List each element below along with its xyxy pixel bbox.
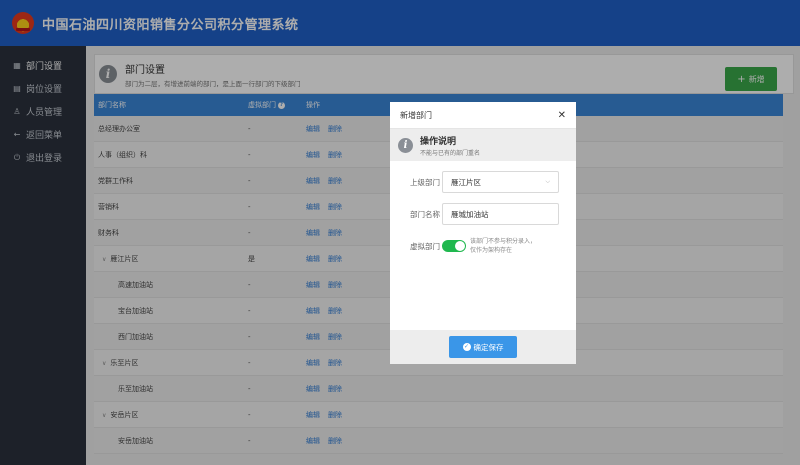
info-icon: i [398,137,413,153]
parent-department-value: 雁江片区 [451,177,481,187]
department-name-value: 雁城加油站 [451,209,489,219]
parent-department-row: 上级部门 雁江片区 ⌵ [390,171,560,193]
dialog-title: 新增部门 [400,110,432,120]
chevron-down-icon: ⌵ [545,178,550,185]
dialog-notice: i 操作说明 不能与已有的部门重名 [390,129,576,161]
virtual-hint-line-2: 仅作为架构存在 [470,247,513,254]
virtual-hint-line-1: 该部门不参与积分录入， [470,238,537,245]
parent-department-select[interactable]: 雁江片区 ⌵ [442,171,559,193]
parent-department-label: 上级部门 [410,177,440,187]
save-button-label: 确定保存 [473,342,504,352]
virtual-department-hint: 该部门不参与积分录入， 仅作为架构存在 [470,237,536,255]
notice-title: 操作说明 [420,136,457,147]
notice-subtitle: 不能与已有的部门重名 [420,149,481,157]
virtual-department-toggle[interactable] [442,240,466,252]
new-department-dialog: 新增部门 ✕ i 操作说明 不能与已有的部门重名 上级部门 雁江片区 ⌵ 部门名… [390,102,576,364]
department-name-label: 部门名称 [410,209,440,219]
close-icon[interactable]: ✕ [558,110,566,121]
department-name-field[interactable]: 雁城加油站 [442,203,559,225]
check-circle-icon: ✓ [462,343,471,351]
virtual-department-row: 虚拟部门 该部门不参与积分录入， 仅作为架构存在 [390,235,560,257]
dialog-form: 上级部门 雁江片区 ⌵ 部门名称 雁城加油站 虚拟部门 该部门不参与积分录入， … [390,161,576,257]
dialog-header: 新增部门 ✕ [390,102,576,129]
virtual-department-label: 虚拟部门 [410,241,440,251]
save-button[interactable]: ✓ 确定保存 [449,336,517,358]
dialog-footer: ✓ 确定保存 [390,330,576,364]
department-name-row: 部门名称 雁城加油站 [390,203,560,225]
